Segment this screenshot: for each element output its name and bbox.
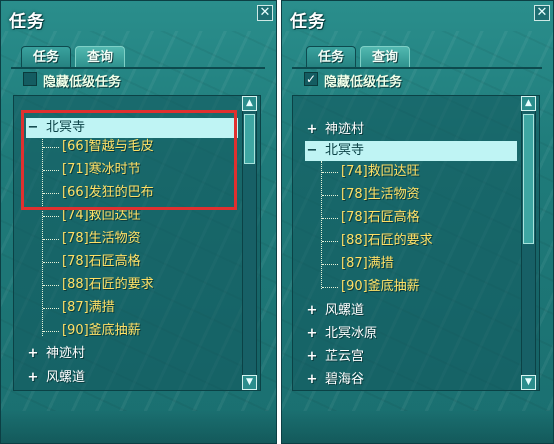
highlight-box [21,110,237,210]
hide-low-level-checkbox[interactable]: ✓ [304,72,318,86]
tab-query[interactable]: 查询 [360,46,410,68]
tree-node-quest[interactable]: [88]石匠的要求 [62,275,154,295]
hide-low-level-label: 隐藏低级任务 [43,75,122,90]
tree-connector [43,331,59,333]
tree-node-label: 风螺道 [325,303,365,318]
tree-connector [321,161,323,289]
panel-footer [1,409,276,443]
scroll-thumb[interactable] [244,114,255,164]
tree-connector [43,239,59,241]
tree-node-quest[interactable]: [78]石匠高格 [62,252,141,272]
panel-footer [282,409,553,443]
tree-connector [43,262,59,264]
tree-node-quest[interactable]: [87]满措 [62,298,115,318]
tree-node-label: 北冥寺 [325,143,365,158]
scroll-down-icon[interactable]: ▼ [242,375,257,390]
tree-node-region[interactable]: + 芷云宫 [305,347,364,367]
tree-connector [322,218,338,220]
tree-node-label: 碧海谷 [325,372,365,387]
tree-node-label: 神迹村 [46,346,86,361]
hide-low-level-label: 隐藏低级任务 [324,75,403,90]
quest-panel-right: 任务 ✕ 任务 查询 ✓ 隐藏低级任务 + 神迹村 − 北冥寺 [74]救回达旺 [… [281,0,554,444]
panel-title: 任务 [290,12,326,32]
tree-node-region[interactable]: + 风螺道 [305,301,364,321]
tree-node-region[interactable]: − 北冥寺 [305,141,517,161]
hide-low-level-checkbox[interactable] [23,72,37,86]
expand-icon[interactable]: + [305,301,319,321]
tree-node-label: 北冥冰原 [325,326,378,341]
tree-node-label: 芷云宫 [325,349,365,364]
scroll-up-icon[interactable]: ▲ [521,96,536,111]
scroll-up-icon[interactable]: ▲ [242,96,257,111]
quest-tree: + 神迹村 − 北冥寺 [74]救回达旺 [78]生活物资 [78]石匠高格 [88… [292,95,540,391]
close-icon[interactable]: ✕ [257,5,273,21]
tree-node-quest[interactable]: [90]釜底抽薪 [341,277,420,297]
scroll-down-icon[interactable]: ▼ [521,375,536,390]
tree-connector [322,172,338,174]
tree-connector [322,195,338,197]
expand-icon[interactable]: + [305,120,319,140]
tab-divider [11,67,265,69]
collapse-icon[interactable]: − [305,141,319,161]
quest-panel-left: 任务 ✕ 任务 查询 隐藏低级任务 − 北冥寺 [66]智越与毛皮 [71]寒冰时… [0,0,277,444]
expand-icon[interactable]: + [305,324,319,344]
tree-node-region[interactable]: + 碧海谷 [305,370,364,390]
expand-icon[interactable]: + [26,368,40,388]
tree-connector [43,308,59,310]
scroll-thumb[interactable] [523,114,534,244]
expand-icon[interactable]: + [305,347,319,367]
tree-node-region[interactable]: + 神迹村 [26,344,85,364]
tree-node-quest[interactable]: [78]生活物资 [62,229,141,249]
tree-node-label: 神迹村 [325,122,365,137]
tree-node-label: 风螺道 [46,370,86,385]
tree-node-quest[interactable]: [78]生活物资 [341,185,420,205]
tree-node-quest[interactable]: [74]救回达旺 [341,162,420,182]
expand-icon[interactable]: + [305,370,319,390]
tree-node-quest[interactable]: [90]釜底抽薪 [62,321,141,341]
tree-connector [322,264,338,266]
close-icon[interactable]: ✕ [534,5,550,21]
tab-quests[interactable]: 任务 [21,46,71,68]
tree-node-quest[interactable]: [78]石匠高格 [341,208,420,228]
expand-icon[interactable]: + [26,344,40,364]
tab-query[interactable]: 查询 [75,46,125,68]
tab-quests[interactable]: 任务 [306,46,356,68]
tree-node-region[interactable]: + 神迹村 [305,120,364,140]
tab-divider [292,67,542,69]
tree-node-region[interactable]: + 北冥冰原 [305,324,377,344]
tree-connector [43,216,59,218]
tree-node-quest[interactable]: [87]满措 [341,254,394,274]
tree-node-quest[interactable]: [88]石匠的要求 [341,231,433,251]
tree-node-region[interactable]: + 风螺道 [26,368,85,388]
tree-connector [322,241,338,243]
tree-connector [43,285,59,287]
tree-connector [322,287,338,289]
panel-title: 任务 [9,12,45,32]
